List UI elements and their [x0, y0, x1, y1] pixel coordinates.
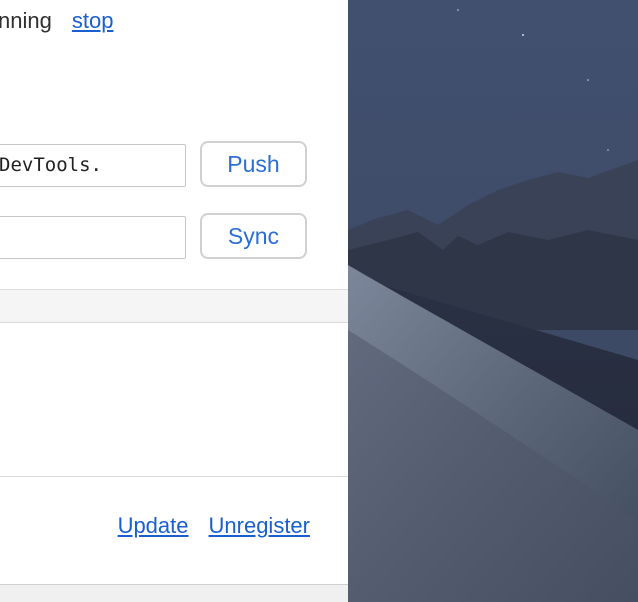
worker-actions: Update Unregister: [118, 513, 310, 539]
push-message-input[interactable]: DevTools.: [0, 144, 186, 187]
section-divider: [0, 476, 348, 477]
stop-link[interactable]: stop: [72, 8, 114, 34]
push-button[interactable]: Push: [200, 141, 307, 187]
service-worker-panel: nning stop DevTools. Push Sync Update Un…: [0, 0, 348, 602]
section-header-band: [0, 289, 348, 323]
sync-button[interactable]: Sync: [200, 213, 307, 259]
desktop-wallpaper: [348, 0, 638, 602]
worker-status-line: nning stop: [0, 6, 113, 36]
bottom-band: [0, 584, 348, 602]
unregister-link[interactable]: Unregister: [209, 513, 310, 539]
update-link[interactable]: Update: [118, 513, 189, 539]
worker-status-text: nning: [0, 8, 52, 33]
sync-tag-input[interactable]: [0, 216, 186, 259]
wallpaper-dunes-image: [348, 0, 638, 602]
